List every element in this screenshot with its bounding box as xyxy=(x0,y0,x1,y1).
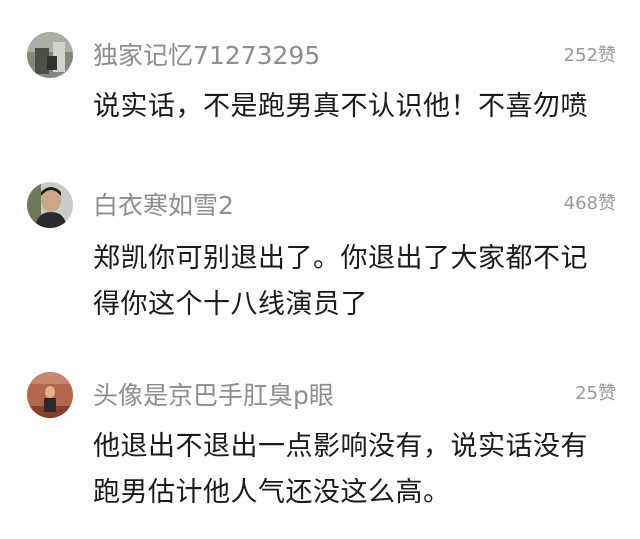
comment-text-line: 他退出不退出一点影响没有，说实话没有 xyxy=(93,431,588,462)
red-wall-photo-avatar-icon xyxy=(27,372,73,418)
username[interactable]: 独家记忆71273295 xyxy=(93,40,320,72)
username[interactable]: 头像是京巴手肛臭p眼 xyxy=(93,380,334,412)
portrait-photo-avatar-icon xyxy=(27,182,73,228)
comment-text: 说实话，不是跑男真不认识他！不喜勿喷 xyxy=(93,84,623,130)
comment-text: 郑凯你可别退出了。你退出了大家都不记 得你这个十八线演员了 xyxy=(93,236,623,328)
like-count[interactable]: 25赞 xyxy=(575,382,616,406)
username[interactable]: 白衣寒如雪2 xyxy=(93,190,234,222)
avatar[interactable] xyxy=(27,182,73,228)
comment-text-line: 得你这个十八线演员了 xyxy=(93,289,368,320)
grayscale-photo-avatar-icon xyxy=(27,32,73,78)
comment-text-line: 说实话，不是跑男真不认识他！不喜勿喷 xyxy=(93,91,588,122)
comment-text-line: 郑凯你可别退出了。你退出了大家都不记 xyxy=(93,243,588,274)
comment-text-line: 跑男估计他人气还没这么高。 xyxy=(93,477,451,508)
avatar[interactable] xyxy=(27,372,73,418)
like-count[interactable]: 252赞 xyxy=(564,44,616,68)
comment-text: 他退出不退出一点影响没有，说实话没有 跑男估计他人气还没这么高。 xyxy=(93,424,623,516)
like-count[interactable]: 468赞 xyxy=(564,192,616,216)
avatar[interactable] xyxy=(27,32,73,78)
